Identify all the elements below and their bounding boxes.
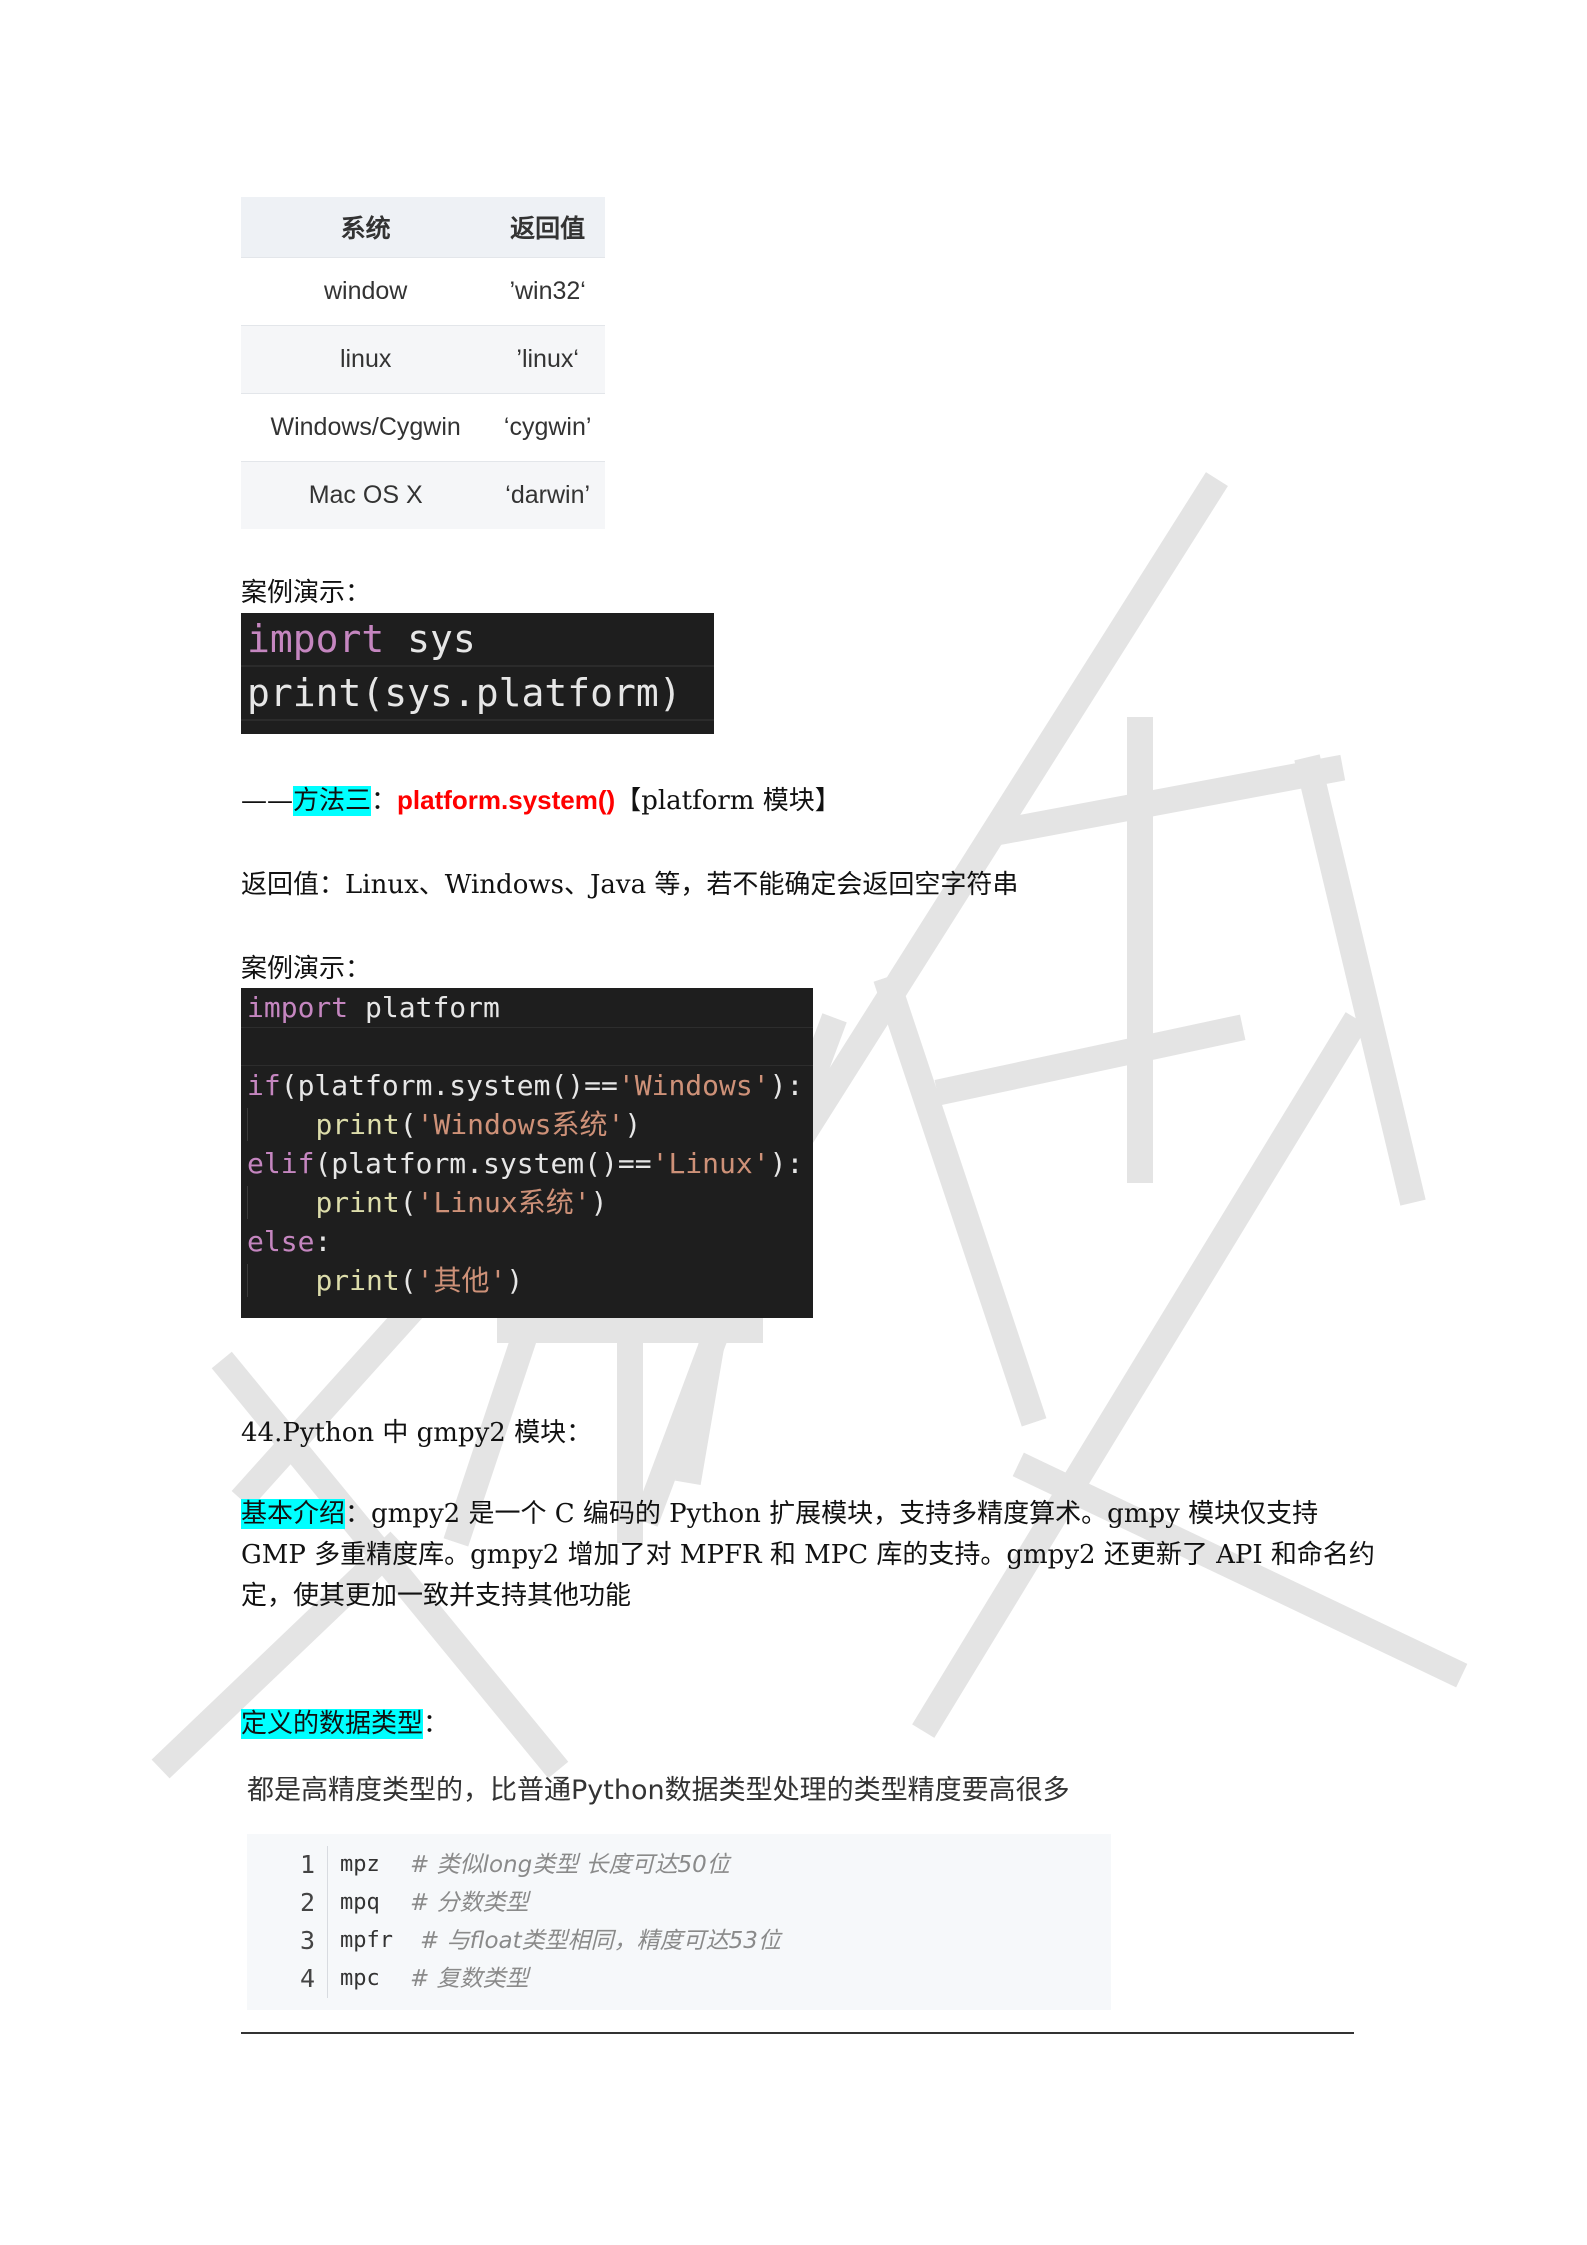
code-function: print	[315, 1264, 400, 1297]
code-comment: # 分数类型	[410, 1890, 529, 1916]
code-line: print('Windows系统')	[241, 1105, 813, 1144]
code-text: )	[506, 1264, 524, 1297]
code-type: mpz	[340, 1852, 380, 1877]
code-text: (	[399, 1108, 417, 1141]
code-string: '其他'	[416, 1264, 507, 1297]
colon: ：	[371, 786, 398, 816]
types-description: 都是高精度类型的，比普通Python数据类型处理的类型精度要高很多	[247, 1775, 1070, 1806]
code-row: 3 mpfr # 与float类型相同，精度可达53位	[247, 1922, 1111, 1960]
code-text: :	[314, 1225, 332, 1258]
code-line: print('Linux系统')	[241, 1183, 813, 1222]
code-string: 'Windows系统'	[416, 1108, 625, 1141]
code-line: print(sys.platform)	[241, 667, 714, 721]
dash-prefix: ——	[241, 786, 293, 816]
intro-line: 基本介绍：gmpy2 是一个 C 编码的 Python 扩展模块，支持多精度算术…	[241, 1494, 1375, 1535]
code-text: (	[399, 1186, 417, 1219]
table-header-system: 系统	[241, 197, 491, 258]
intro-line: 定，使其更加一致并支持其他功能	[241, 1581, 632, 1611]
code-keyword: else	[247, 1225, 315, 1258]
code-line: if(platform.system()=='Windows'):	[241, 1066, 813, 1105]
table-cell: linux	[241, 325, 491, 394]
table-row: window ’win32‘	[241, 257, 605, 326]
code-block-gmpy2-types: 1 mpz # 类似long类型 长度可达50位 2 mpq # 分数类型 3 mpfr #…	[247, 1834, 1111, 2010]
method3-module: 【platform 模块】	[615, 786, 841, 816]
demo1-label: 案例演示：	[241, 578, 372, 608]
line-number: 2	[299, 1888, 315, 1917]
table-row: linux ’linux‘	[241, 325, 605, 394]
code-text: (platform.system()==	[314, 1147, 652, 1180]
table-cell: ‘darwin’	[490, 461, 605, 529]
code-text: platform	[348, 991, 500, 1024]
table-cell: ’linux‘	[490, 325, 605, 394]
code-string: 'Linux系统'	[416, 1186, 591, 1219]
code-line: print('其他')	[241, 1261, 813, 1300]
code-block-sys-platform: import sys print(sys.platform)	[241, 613, 714, 734]
intro-label: 基本介绍	[241, 1499, 346, 1529]
code-comment: # 复数类型	[410, 1966, 529, 1992]
horizontal-rule	[241, 2032, 1354, 2034]
code-text: sys	[384, 617, 476, 661]
code-keyword: import	[247, 617, 385, 661]
code-text: ):	[769, 1147, 804, 1180]
code-line: elif(platform.system()=='Linux'):	[241, 1144, 813, 1183]
method3-heading: ——方法三：platform.system()【platform 模块】	[241, 780, 841, 817]
code-comment: # 类似long类型 长度可达50位	[410, 1852, 730, 1878]
method3-title: 方法三	[293, 786, 372, 816]
code-row: 2 mpq # 分数类型	[247, 1884, 1111, 1922]
table-cell: ‘cygwin’	[490, 393, 605, 462]
code-string: 'Linux'	[651, 1147, 770, 1180]
code-string: 'Windows'	[617, 1069, 770, 1102]
table-cell: window	[241, 257, 491, 326]
table-row: Windows/Cygwin ‘cygwin’	[241, 393, 605, 462]
section-44-heading: 44.Python 中 gmpy2 模块：	[241, 1418, 593, 1448]
table-row: Mac OS X ‘darwin’	[241, 461, 605, 529]
table-cell: Windows/Cygwin	[241, 393, 491, 462]
code-keyword: elif	[247, 1147, 315, 1180]
table-header-return: 返回值	[490, 197, 605, 258]
intro-text: ：gmpy2 是一个 C 编码的 Python 扩展模块，支持多精度算术。gmp…	[345, 1499, 1319, 1529]
code-type: mpc	[340, 1966, 380, 1991]
code-text: )	[590, 1186, 608, 1219]
code-comment: # 与float类型相同，精度可达53位	[420, 1928, 781, 1954]
code-type: mpfr	[340, 1928, 393, 1953]
types-heading: 定义的数据类型：	[241, 1703, 449, 1740]
code-row: 4 mpc # 复数类型	[247, 1960, 1111, 1998]
code-text: (	[399, 1264, 417, 1297]
code-function: print	[315, 1186, 400, 1219]
method3-function: platform.system()	[397, 785, 616, 815]
platform-return-table: 系统 返回值 window ’win32‘ linux ’linux‘ Wind…	[241, 197, 605, 529]
table-cell: Mac OS X	[241, 461, 491, 529]
line-number: 1	[299, 1850, 315, 1879]
code-keyword: import	[247, 991, 349, 1024]
code-block-platform-system: import platform if(platform.system()=='W…	[241, 988, 813, 1318]
code-line: else:	[241, 1222, 813, 1261]
table-header-row: 系统 返回值	[241, 197, 605, 258]
code-line: import platform	[241, 988, 813, 1027]
code-row: 1 mpz # 类似long类型 长度可达50位	[247, 1846, 1111, 1884]
intro-line: GMP 多重精度库。gmpy2 增加了对 MPFR 和 MPC 库的支持。gmp…	[241, 1540, 1375, 1570]
code-text: )	[624, 1108, 642, 1141]
types-label: 定义的数据类型	[241, 1709, 424, 1739]
table-cell: ’win32‘	[490, 257, 605, 326]
colon: ：	[423, 1709, 450, 1739]
code-keyword: if	[247, 1069, 281, 1102]
line-number: 3	[299, 1926, 315, 1955]
code-line: import sys	[241, 613, 714, 667]
intro-paragraph: 基本介绍：gmpy2 是一个 C 编码的 Python 扩展模块，支持多精度算术…	[241, 1494, 1375, 1617]
code-function: print	[315, 1108, 400, 1141]
line-number: 4	[299, 1964, 315, 1993]
code-line-blank	[241, 1027, 813, 1066]
demo2-label: 案例演示：	[241, 954, 372, 984]
return-value-text: 返回值：Linux、Windows、Java 等，若不能确定会返回空字符串	[241, 870, 1019, 900]
code-text: ):	[769, 1069, 804, 1102]
code-text: (platform.system()==	[280, 1069, 618, 1102]
code-type: mpq	[340, 1890, 380, 1915]
